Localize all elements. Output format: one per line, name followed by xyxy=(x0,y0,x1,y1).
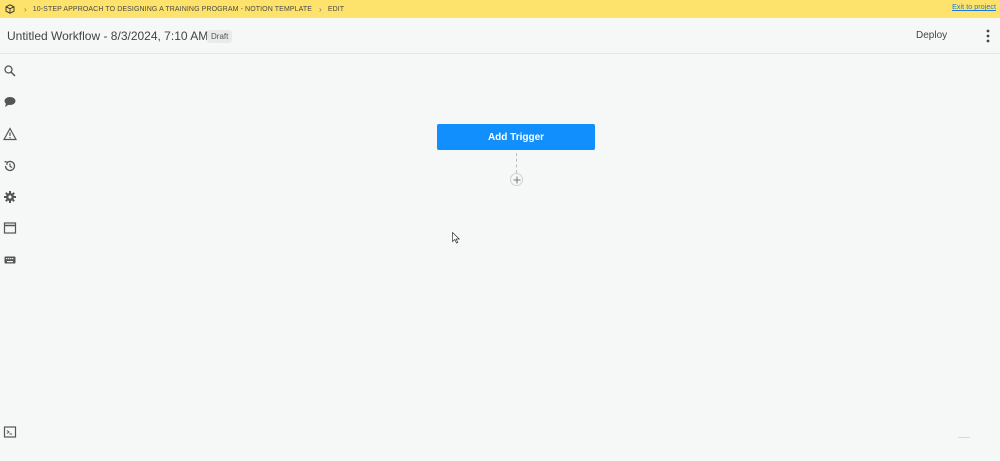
workflow-header: Untitled Workflow - 8/3/2024, 7:10 AM Dr… xyxy=(0,18,1000,54)
workflow-canvas[interactable] xyxy=(20,55,1000,461)
add-trigger-button[interactable]: Add Trigger xyxy=(437,124,595,150)
warning-icon[interactable] xyxy=(2,127,18,141)
settings-gear-icon[interactable] xyxy=(3,190,17,204)
chevron-right-icon: › xyxy=(24,4,27,14)
breadcrumb-edit: EDIT xyxy=(327,5,345,13)
step-connector xyxy=(516,153,517,173)
canvas-scroll-indicator xyxy=(958,437,970,438)
search-icon[interactable] xyxy=(3,64,17,78)
box-icon[interactable] xyxy=(3,2,17,16)
chat-bubble-icon[interactable] xyxy=(3,95,17,109)
kebab-menu-icon[interactable] xyxy=(983,28,993,44)
window-icon[interactable] xyxy=(3,221,17,235)
add-step-button[interactable] xyxy=(510,173,523,186)
chevron-right-icon: › xyxy=(319,4,322,14)
workflow-title[interactable]: Untitled Workflow - 8/3/2024, 7:10 AM xyxy=(7,29,208,43)
terminal-icon[interactable] xyxy=(3,425,17,439)
bottom-toolbar-edge xyxy=(0,455,130,461)
top-banner: › 10-STEP APPROACH TO DESIGNING A TRAINI… xyxy=(0,0,1000,18)
mouse-pointer-icon xyxy=(452,231,461,244)
left-sidebar xyxy=(0,55,20,461)
breadcrumb-project[interactable]: 10-STEP APPROACH TO DESIGNING A TRAINING… xyxy=(33,6,312,13)
status-badge: Draft xyxy=(207,30,233,43)
keyboard-icon[interactable] xyxy=(3,253,17,267)
exit-to-project-link[interactable]: Exit to project xyxy=(952,4,996,11)
deploy-button[interactable]: Deploy xyxy=(916,30,947,41)
plus-icon xyxy=(513,176,520,183)
history-icon[interactable] xyxy=(3,159,17,173)
